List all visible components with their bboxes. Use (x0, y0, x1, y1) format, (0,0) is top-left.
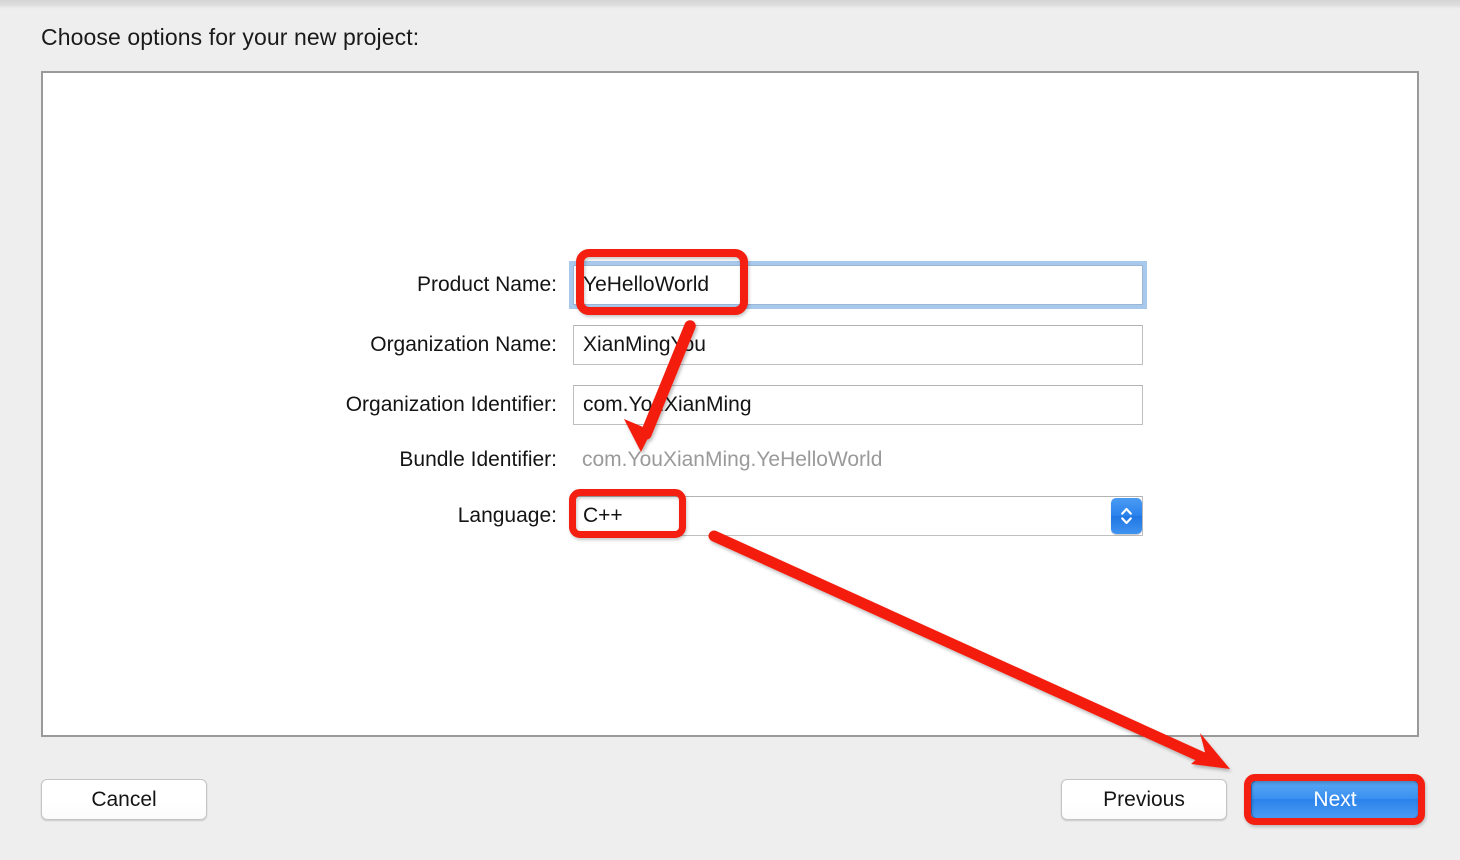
product-name-input[interactable]: YeHelloWorld (569, 261, 1147, 309)
bundle-identifier-label-col: Bundle Identifier: (0, 440, 557, 480)
window-top-chrome (0, 0, 1460, 9)
product-name-label-col: Product Name: (0, 265, 557, 305)
form-row-language: Language: C++ (0, 496, 1200, 536)
organization-name-label: Organization Name: (370, 333, 557, 356)
form-row-bundle-identifier: Bundle Identifier: com.YouXianMing.YeHel… (0, 440, 1200, 480)
organization-identifier-label: Organization Identifier: (345, 393, 557, 416)
organization-identifier-label-col: Organization Identifier: (0, 385, 557, 425)
page-title: Choose options for your new project: (41, 24, 420, 50)
chevron-up-down-icon[interactable] (1111, 498, 1142, 534)
language-label: Language: (457, 504, 557, 527)
bundle-identifier-label: Bundle Identifier: (399, 448, 557, 471)
previous-button[interactable]: Previous (1061, 779, 1227, 820)
form-row-product-name: Product Name: YeHelloWorld (0, 261, 1200, 309)
form-row-organization-identifier: Organization Identifier: com.YouXianMing (0, 385, 1200, 425)
next-button[interactable]: Next (1251, 780, 1419, 819)
language-popup-button[interactable]: C++ (573, 496, 1143, 536)
product-name-label: Product Name: (416, 273, 557, 296)
organization-identifier-input[interactable]: com.YouXianMing (573, 385, 1143, 425)
form-row-organization-name: Organization Name: XianMingYou (0, 325, 1200, 365)
cancel-button[interactable]: Cancel (41, 779, 207, 820)
language-label-col: Language: (0, 496, 557, 536)
organization-name-input[interactable]: XianMingYou (573, 325, 1143, 365)
organization-name-label-col: Organization Name: (0, 325, 557, 365)
bundle-identifier-value: com.YouXianMing.YeHelloWorld (582, 448, 883, 471)
